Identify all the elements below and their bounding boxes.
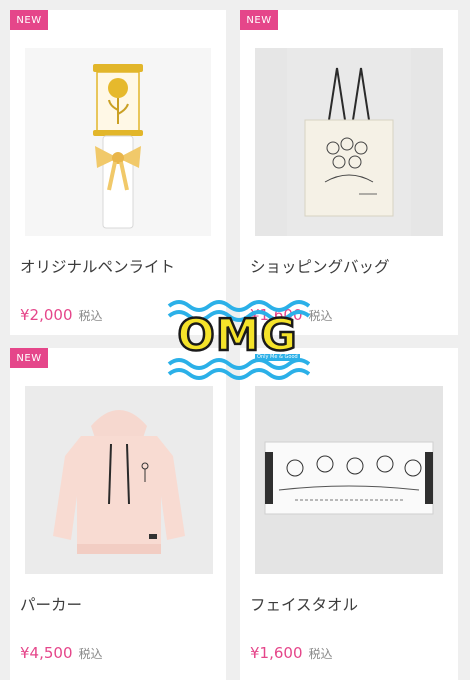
new-badge: NEW (240, 10, 278, 30)
product-title[interactable]: オリジナルペンライト (20, 255, 175, 277)
penlight-image[interactable] (25, 48, 211, 236)
price-value: ¥2,000 (20, 306, 73, 324)
product-price: ¥1,600 税込 (250, 644, 333, 662)
tote-bag-image[interactable] (255, 48, 443, 236)
product-card-face-towel[interactable]: フェイスタオル ¥1,600 税込 (240, 348, 458, 680)
tax-label: 税込 (78, 647, 103, 661)
tax-label: 税込 (78, 309, 103, 323)
new-badge: NEW (10, 348, 48, 368)
product-card-hoodie[interactable]: NEW パーカー ¥4,500 税込 (10, 348, 226, 680)
price-value: ¥4,500 (20, 644, 73, 662)
product-title[interactable]: ショッピングバッグ (250, 255, 390, 277)
product-price: ¥4,500 税込 (20, 644, 103, 662)
product-card-penlight[interactable]: NEW オリジナルペンライト ¥2,000 税込 (10, 10, 226, 335)
product-title[interactable]: パーカー (20, 593, 82, 615)
hoodie-image[interactable] (25, 386, 213, 574)
omg-subtext: Only Me & Good (255, 354, 300, 361)
tax-label: 税込 (308, 309, 333, 323)
product-title[interactable]: フェイスタオル (250, 593, 358, 615)
product-price: ¥2,000 税込 (20, 306, 103, 324)
price-value: ¥1,600 (250, 644, 303, 662)
new-badge: NEW (10, 10, 48, 30)
product-card-shopping-bag[interactable]: NEW ショッピングバッグ ¥1,600 税込 (240, 10, 458, 335)
omg-sticker-logo: OMG Only Me & Good (165, 296, 311, 382)
tax-label: 税込 (308, 647, 333, 661)
towel-image[interactable] (255, 386, 443, 574)
